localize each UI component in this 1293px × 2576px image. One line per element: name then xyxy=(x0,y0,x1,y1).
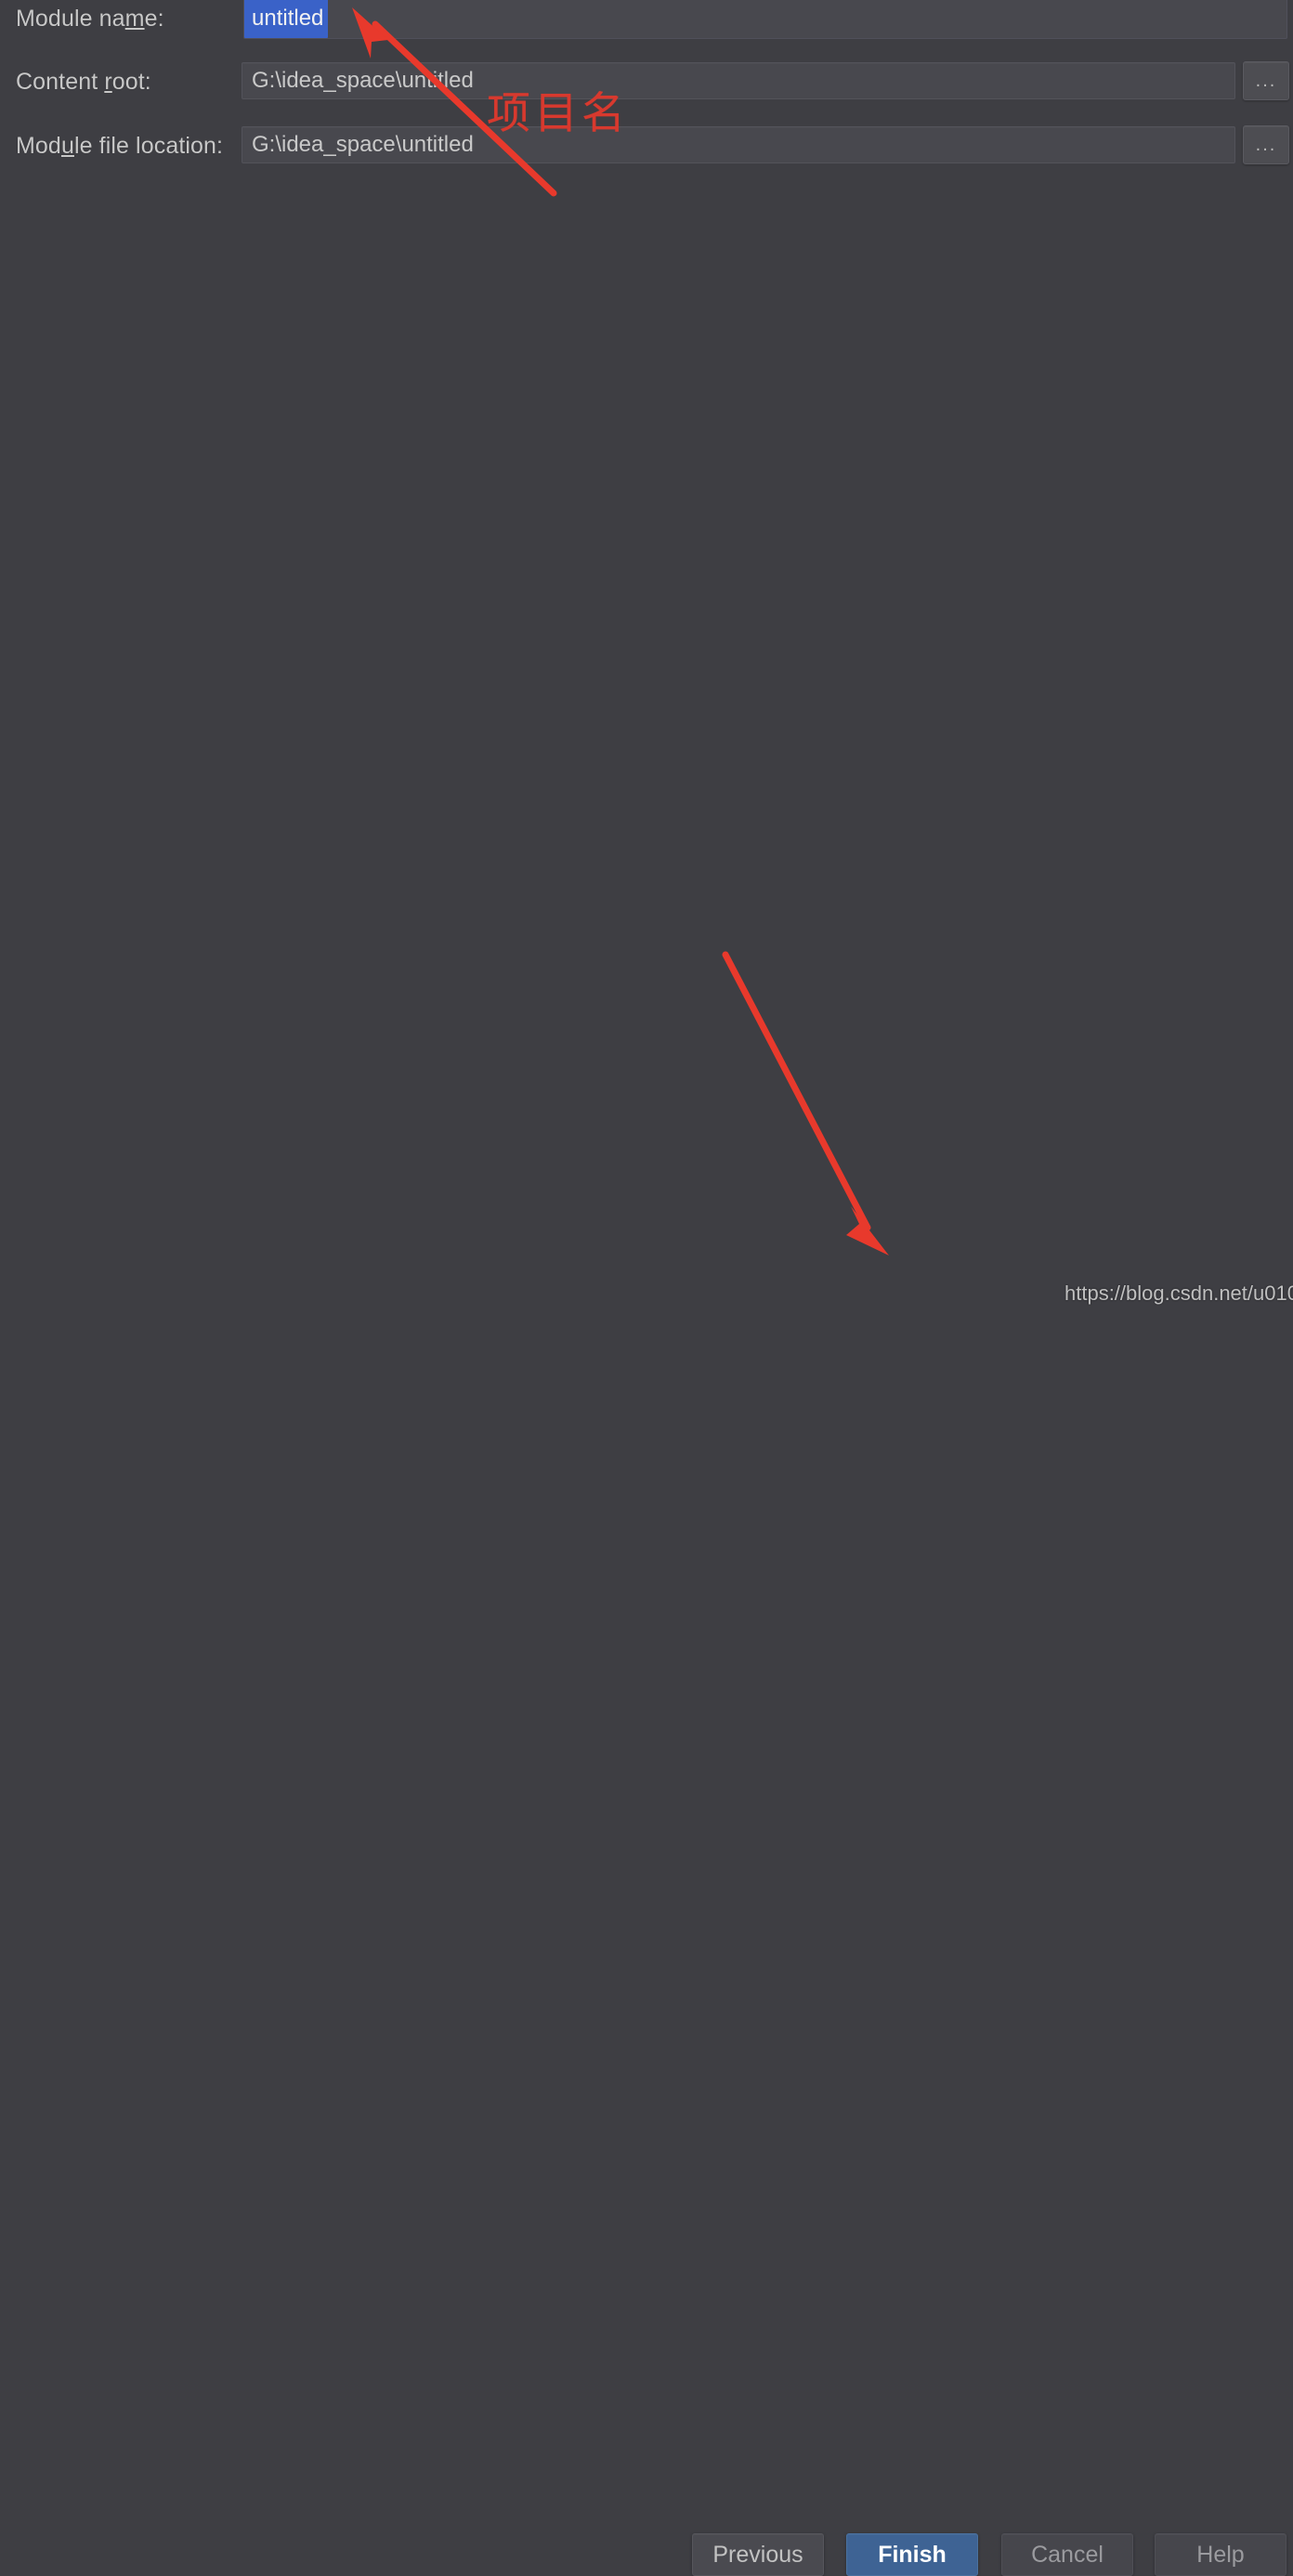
mnemonic-underline: r xyxy=(104,69,112,95)
browse-module-file-location-button[interactable]: ... xyxy=(1243,125,1289,164)
module-name-input[interactable]: untitled xyxy=(243,0,1287,39)
module-name-value: untitled xyxy=(244,0,329,38)
content-root-input[interactable]: G:\idea_space\untitled xyxy=(242,62,1235,99)
content-root-value: G:\idea_space\untitled xyxy=(252,68,474,93)
content-root-label: Content root: xyxy=(16,69,151,95)
module-name-label: Module name: xyxy=(16,6,164,32)
form-row-content-root: Content root: G:\idea_space\untitled ... xyxy=(0,61,1293,102)
cancel-button[interactable]: Cancel xyxy=(1001,2533,1133,2576)
form-row-module-name: Module name: untitled xyxy=(0,0,1293,39)
module-file-location-input[interactable]: G:\idea_space\untitled xyxy=(242,126,1235,163)
previous-button[interactable]: Previous xyxy=(692,2533,824,2576)
annotation-overlay: 项目名 xyxy=(0,0,1293,1313)
mnemonic-underline: m xyxy=(124,6,145,32)
form-row-module-file-location: Module file location: G:\idea_space\unti… xyxy=(0,125,1293,166)
finish-button[interactable]: Finish xyxy=(846,2533,978,2576)
arrow-to-finish-button xyxy=(722,951,889,1255)
module-file-location-value: G:\idea_space\untitled xyxy=(252,132,474,157)
module-file-location-label: Module file location: xyxy=(16,133,224,159)
watermark-text: https://blog.csdn.net/u010960265 xyxy=(1064,1281,1293,1305)
help-button[interactable]: Help xyxy=(1155,2533,1286,2576)
mnemonic-underline: u xyxy=(60,133,74,159)
ellipsis-icon: ... xyxy=(1255,70,1277,91)
browse-content-root-button[interactable]: ... xyxy=(1243,61,1289,100)
annotation-arrows xyxy=(352,7,889,1255)
ellipsis-icon: ... xyxy=(1255,134,1277,155)
